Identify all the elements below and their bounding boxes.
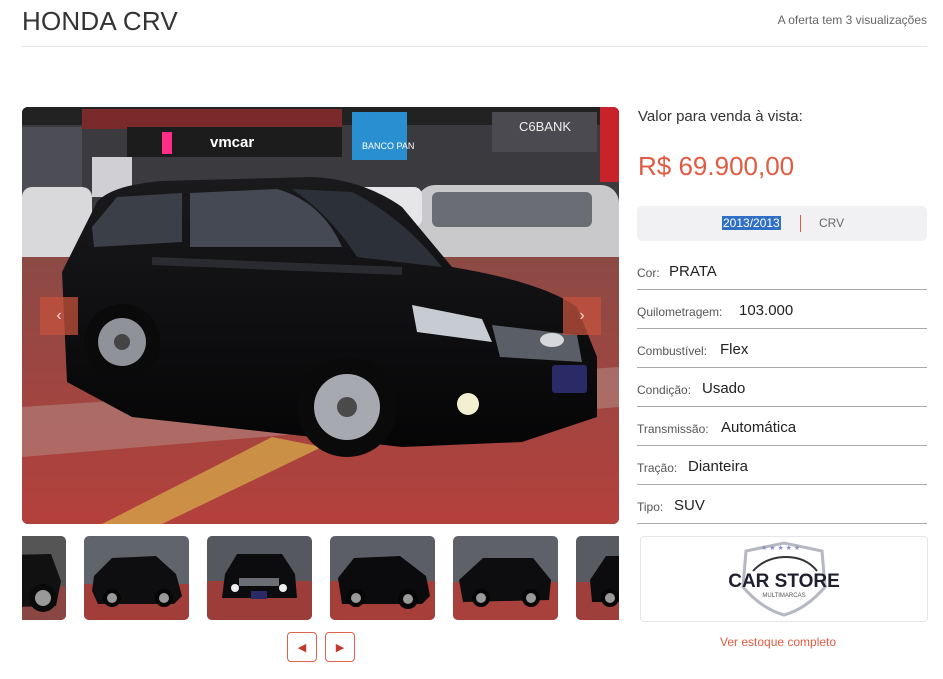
gallery-next-button[interactable]: › xyxy=(563,297,601,335)
spec-row-type: Tipo: SUV xyxy=(637,485,927,524)
triangle-right-icon: ▶ xyxy=(335,641,345,654)
main-car-photo[interactable]: BANCO PAN C6BANK vmcar xyxy=(22,107,619,524)
triangle-left-icon: ◀ xyxy=(297,641,307,654)
summary-divider xyxy=(800,215,801,232)
bank-sign-pan: BANCO PAN xyxy=(362,141,414,151)
thumbnail[interactable] xyxy=(84,536,189,620)
spec-label: Tipo: xyxy=(637,500,664,514)
price-value: R$ 69.900,00 xyxy=(638,151,795,181)
page-title: HONDA CRV xyxy=(22,6,178,36)
spec-value: Usado xyxy=(702,380,746,397)
full-stock-link[interactable]: Ver estoque completo xyxy=(720,635,836,649)
thumbnail-strip xyxy=(22,536,619,620)
model-name: CRV xyxy=(819,216,845,230)
dealer-tagline: MULTIMARCAS xyxy=(762,593,805,599)
spec-row-condition: Condição: Usado xyxy=(637,368,927,407)
thumbnail[interactable] xyxy=(453,536,558,620)
spec-value: 103.000 xyxy=(739,302,794,319)
spec-label: Cor: xyxy=(637,266,660,280)
chevron-left-icon: ‹ xyxy=(56,307,62,324)
bank-sign-c6: C6BANK xyxy=(519,119,571,134)
gallery-prev-button[interactable]: ‹ xyxy=(40,297,78,335)
spec-row-transmission: Transmissão: Automática xyxy=(637,407,927,446)
spec-label: Quilometragem: xyxy=(637,305,723,319)
spec-label: Transmissão: xyxy=(637,422,709,436)
svg-text:★ ★ ★ ★ ★: ★ ★ ★ ★ ★ xyxy=(761,544,800,552)
summary-bar: 2013/2013 CRV xyxy=(637,206,927,241)
header-divider xyxy=(22,46,927,47)
spec-label: Condição: xyxy=(637,383,692,397)
spec-row-fuel: Combustível: Flex xyxy=(637,329,927,368)
price-label: Valor para venda à vista: xyxy=(638,108,803,125)
thumbnail-prev-button[interactable]: ◀ xyxy=(287,632,317,662)
thumbnail[interactable] xyxy=(207,536,312,620)
dealer-name: CAR STORE xyxy=(728,571,840,592)
spec-value: Dianteira xyxy=(688,458,749,475)
chevron-right-icon: › xyxy=(579,307,585,324)
spec-value: PRATA xyxy=(669,263,717,280)
thumbnail[interactable] xyxy=(330,536,435,620)
thumbnail[interactable] xyxy=(22,536,66,620)
dealer-sign: vmcar xyxy=(210,134,254,151)
spec-value: Automática xyxy=(721,419,797,436)
model-year: 2013/2013 xyxy=(722,216,781,230)
dealer-logo[interactable]: ★ ★ ★ ★ ★ CAR STORE MULTIMARCAS xyxy=(640,536,928,622)
spec-value: Flex xyxy=(720,341,749,358)
spec-label: Combustível: xyxy=(637,344,708,358)
spec-label: Tração: xyxy=(637,461,678,475)
spec-value: SUV xyxy=(674,497,705,514)
spec-row-mileage: Quilometragem: 103.000 xyxy=(637,290,927,329)
thumbnail-next-button[interactable]: ▶ xyxy=(325,632,355,662)
spec-row-traction: Tração: Dianteira xyxy=(637,446,927,485)
thumbnail[interactable] xyxy=(576,536,619,620)
spec-row-color: Cor: PRATA xyxy=(637,251,927,290)
view-count: A oferta tem 3 visualizações xyxy=(777,13,927,27)
